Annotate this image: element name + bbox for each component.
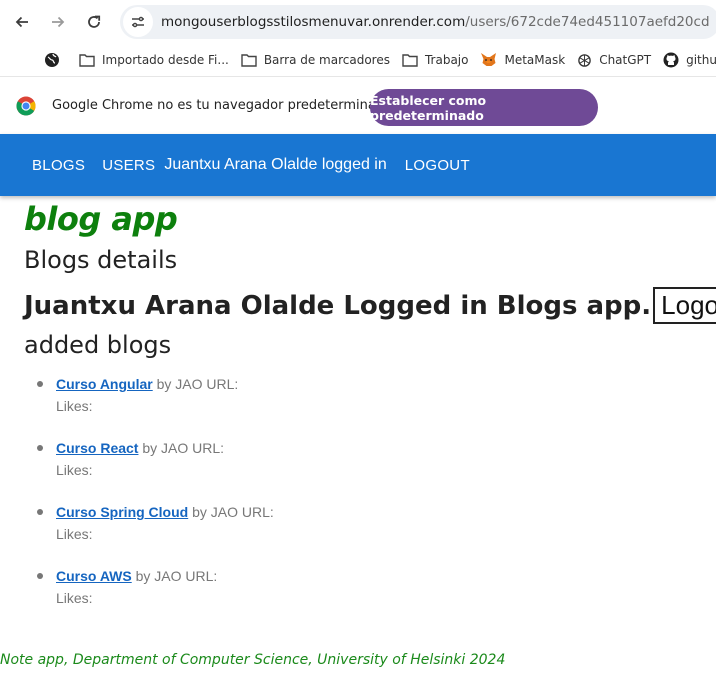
blog-list: Curso Angular by JAO URL: Likes: Curso R… [37,374,274,630]
blog-author: by JAO URL: [135,568,218,584]
app-navbar: BLOGS USERS Juantxu Arana Olalde logged … [0,134,716,196]
blog-likes: Likes: [56,590,93,606]
blog-title-link[interactable]: Curso React [56,440,138,456]
logged-in-status: Juantxu Arana Olalde logged in [164,156,387,173]
nav-blogs-link[interactable]: BLOGS [32,157,85,174]
list-item: Curso React by JAO URL: Likes: [37,438,274,502]
bookmark-label: Trabajo [424,53,469,67]
site-settings-icon[interactable] [123,7,153,37]
bookmark-label: MetaMask [504,53,566,67]
list-item: Curso Angular by JAO URL: Likes: [37,374,274,438]
default-browser-infobar: Google Chrome no es tu navegador predete… [0,76,716,134]
list-item: Curso AWS by JAO URL: Likes: [37,566,274,630]
blog-likes: Likes: [56,462,93,478]
folder-icon [241,54,257,67]
blog-line: Curso AWS by JAO URL: [56,566,274,586]
bookmark-label: Barra de marcadores [263,53,390,67]
folder-icon [79,54,95,67]
blog-title-link[interactable]: Curso AWS [56,568,132,584]
bookmark-chatgpt[interactable]: ChatGPT [577,53,651,68]
bookmark-folder-barra[interactable]: Barra de marcadores [241,53,390,67]
chatgpt-icon [578,53,591,67]
folder-icon [402,54,418,67]
login-status-heading: Juantxu Arana Olalde Logged in Blogs app… [24,287,716,324]
set-default-browser-button[interactable]: Establecer como predeterminado [370,89,598,126]
github-icon [663,52,679,68]
bookmark-label: Importado desde Fi... [102,53,229,67]
bookmark-label: ChatGPT [599,53,652,67]
logout-button[interactable]: Logout [653,287,716,324]
bookmark-github[interactable]: github [663,52,716,68]
url-text: mongouserblogsstilosmenuvar.onrender.com… [161,14,710,30]
back-arrow-icon[interactable] [8,8,36,36]
login-status-text: Juantxu Arana Olalde Logged in Blogs app… [24,290,652,321]
blog-author: by JAO URL: [142,440,225,456]
blog-likes: Likes: [56,526,93,542]
added-blogs-title: added blogs [24,331,172,359]
chrome-logo-icon [16,96,36,115]
bookmark-folder-importado[interactable]: Importado desde Fi... [79,53,229,67]
blog-line: Curso Spring Cloud by JAO URL: [56,502,274,522]
blog-line: Curso Angular by JAO URL: [56,374,274,394]
forward-arrow-icon[interactable] [44,8,72,36]
metamask-fox-icon [481,53,497,66]
page-footer: Note app, Department of Computer Science… [0,652,506,668]
page-content: blog app Blogs details Juantxu Arana Ola… [0,196,716,693]
nav-users-link[interactable]: USERS [102,157,155,174]
app-title: blog app [24,200,178,238]
list-item: Curso Spring Cloud by JAO URL: Likes: [37,502,274,566]
bookmarks-bar: Importado desde Fi... Barra de marcadore… [0,44,716,76]
infobar-message: Google Chrome no es tu navegador predete… [52,98,393,113]
nav-logout-link[interactable]: LOGOUT [405,157,470,174]
bookmark-globe[interactable] [44,52,67,68]
bookmark-folder-trabajo[interactable]: Trabajo [402,53,469,67]
url-path: /users/672cde74ed451107aefd20cd [465,14,710,30]
globe-icon [45,53,59,67]
bookmark-metamask[interactable]: MetaMask [480,52,565,68]
blog-title-link[interactable]: Curso Spring Cloud [56,504,188,520]
blog-likes: Likes: [56,398,93,414]
address-bar[interactable]: mongouserblogsstilosmenuvar.onrender.com… [120,5,716,39]
browser-toolbar: mongouserblogsstilosmenuvar.onrender.com… [0,0,716,44]
blog-line: Curso React by JAO URL: [56,438,274,458]
reload-icon[interactable] [80,8,108,36]
url-host: mongouserblogsstilosmenuvar.onrender.com [161,14,466,30]
blog-title-link[interactable]: Curso Angular [56,376,153,392]
blog-author: by JAO URL: [192,504,274,520]
section-title: Blogs details [24,246,178,274]
blog-author: by JAO URL: [156,376,239,392]
bookmark-label: github [686,53,716,67]
